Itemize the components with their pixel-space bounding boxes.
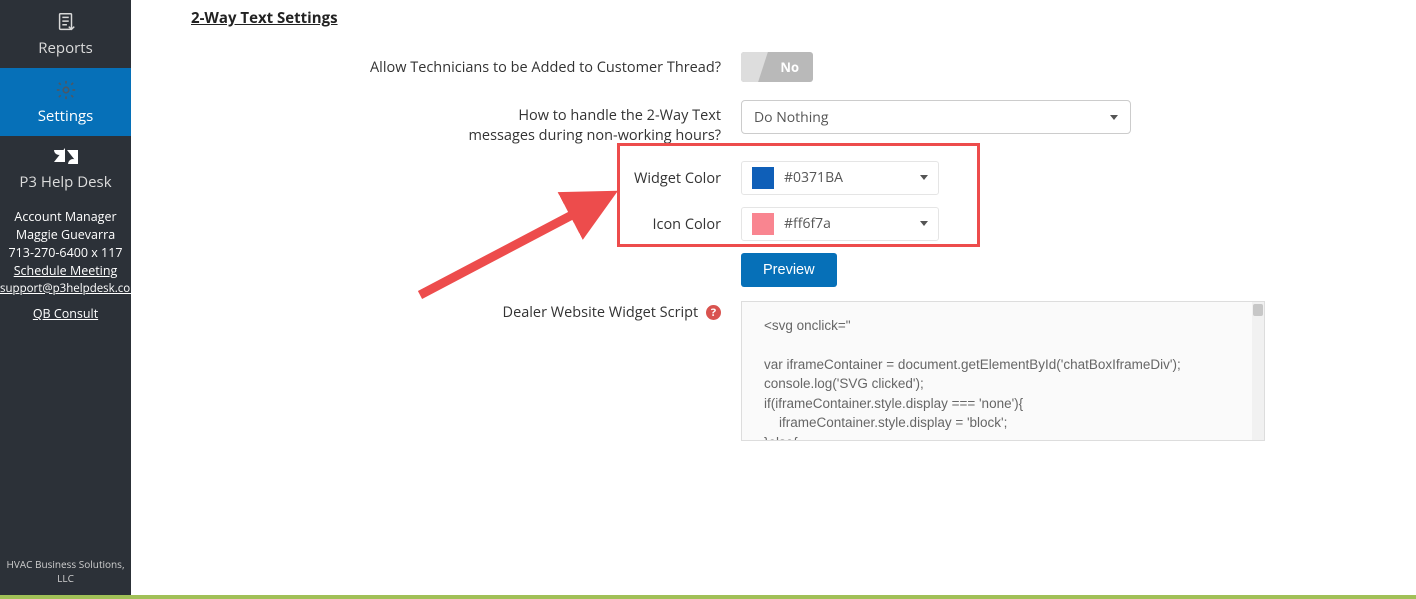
select-value: Do Nothing	[754, 108, 828, 127]
sidebar-item-reports[interactable]: Reports	[0, 0, 131, 68]
scrollbar-track[interactable]	[1252, 302, 1264, 440]
row-allow-technicians: Allow Technicians to be Added to Custome…	[191, 52, 1356, 82]
account-phone: 713-270-6400 x 117	[0, 244, 131, 262]
chevron-down-icon	[1110, 115, 1118, 120]
icon-color-label: Icon Color	[191, 207, 741, 235]
widget-script-textarea[interactable]: <svg onclick=" var iframeContainer = doc…	[741, 301, 1265, 441]
nonworking-hours-label: How to handle the 2-Way Text messages du…	[191, 100, 741, 147]
section-title: 2-Way Text Settings	[191, 8, 1356, 28]
row-nonworking-hours: How to handle the 2-Way Text messages du…	[191, 100, 1356, 147]
script-content: <svg onclick=" var iframeContainer = doc…	[764, 318, 1181, 441]
row-icon-color: Icon Color #ff6f7a	[191, 207, 1356, 241]
account-name: Maggie Guevarra	[0, 226, 131, 244]
row-widget-script: Dealer Website Widget Script ? <svg oncl…	[191, 301, 1356, 441]
preview-button[interactable]: Preview	[741, 253, 837, 287]
account-title: Account Manager	[0, 208, 131, 226]
zendesk-icon	[54, 144, 78, 168]
sidebar-item-settings[interactable]: Settings	[0, 68, 131, 136]
icon-color-value: #ff6f7a	[784, 214, 831, 233]
main-content: 2-Way Text Settings Allow Technicians to…	[131, 0, 1416, 595]
widget-color-swatch	[752, 167, 774, 189]
toggle-value: No	[780, 58, 799, 76]
widget-color-value: #0371BA	[784, 168, 843, 187]
allow-technicians-label: Allow Technicians to be Added to Custome…	[191, 52, 741, 78]
row-widget-color: Widget Color #0371BA	[191, 161, 1356, 195]
account-manager-block: Account Manager Maggie Guevarra 713-270-…	[0, 208, 131, 323]
widget-color-label: Widget Color	[191, 161, 741, 189]
sidebar-item-label: Reports	[38, 38, 93, 58]
icon-color-swatch	[752, 213, 774, 235]
sidebar-item-label: Settings	[38, 106, 94, 126]
support-email-link[interactable]: support@p3helpdesk.com	[0, 281, 131, 298]
widget-script-label: Dealer Website Widget Script ?	[191, 301, 741, 323]
help-icon[interactable]: ?	[706, 305, 721, 320]
sidebar-item-helpdesk[interactable]: P3 Help Desk	[0, 136, 131, 200]
chevron-down-icon	[920, 221, 928, 226]
scrollbar-thumb[interactable]	[1253, 304, 1263, 316]
reports-icon	[55, 10, 77, 34]
nonworking-hours-select[interactable]: Do Nothing	[741, 100, 1131, 134]
icon-color-picker[interactable]: #ff6f7a	[741, 207, 939, 241]
schedule-meeting-link[interactable]: Schedule Meeting	[0, 262, 131, 280]
allow-technicians-toggle[interactable]: No	[741, 52, 813, 82]
sidebar: Reports Settings P3 Help Desk Account Ma…	[0, 0, 131, 595]
gear-icon	[55, 78, 77, 102]
sidebar-item-label: P3 Help Desk	[19, 172, 111, 192]
qb-consult-link[interactable]: QB Consult	[0, 305, 131, 323]
widget-color-picker[interactable]: #0371BA	[741, 161, 939, 195]
chevron-down-icon	[920, 175, 928, 180]
row-preview: Preview	[191, 253, 1356, 287]
page-bottom-border	[0, 595, 1416, 599]
sidebar-footer: HVAC Business Solutions, LLC	[0, 549, 131, 595]
